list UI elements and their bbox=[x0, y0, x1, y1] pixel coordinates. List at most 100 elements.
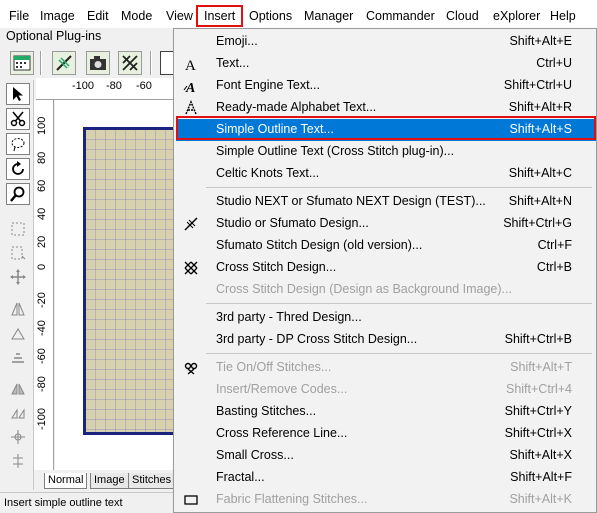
lasso-tool[interactable] bbox=[6, 133, 30, 155]
ruler-tick: -80 bbox=[36, 376, 48, 392]
menu-item-insert-remove-codes: Insert/Remove Codes... Shift+Ctrl+4 bbox=[176, 379, 596, 401]
menu-edit[interactable]: Edit bbox=[87, 5, 109, 25]
calendar-icon bbox=[13, 55, 31, 71]
menu-item-label: Tie On/Off Stitches... bbox=[216, 360, 332, 374]
ruler-tick: 60 bbox=[36, 179, 48, 192]
spacing-tool[interactable] bbox=[6, 450, 30, 472]
align-tool[interactable] bbox=[6, 346, 30, 368]
menu-item-label: 3rd party - Thred Design... bbox=[216, 310, 362, 324]
menu-item-label: Emoji... bbox=[216, 34, 258, 48]
menu-view[interactable]: View bbox=[166, 5, 193, 25]
center-tool[interactable] bbox=[6, 426, 30, 448]
rect-select-tool[interactable] bbox=[6, 218, 30, 240]
tab-stitches[interactable]: Stitches bbox=[128, 473, 176, 489]
ruler-tick: -20 bbox=[36, 292, 48, 308]
cross-stitch-plugin-button[interactable] bbox=[118, 51, 142, 75]
menu-item-shortcut: Ctrl+U bbox=[536, 56, 572, 70]
svg-text:A: A bbox=[185, 58, 196, 72]
move-arrows-icon bbox=[10, 269, 26, 285]
vertical-ruler: 100 80 60 40 20 0 -20 -40 -60 -80 -100 bbox=[34, 100, 54, 470]
design-hoop-area[interactable] bbox=[83, 127, 183, 435]
resize-tool[interactable] bbox=[6, 242, 30, 264]
menu-item-celtic-knots[interactable]: Celtic Knots Text... Shift+Alt+C bbox=[176, 163, 596, 185]
menu-item-cross-reference-line[interactable]: Cross Reference Line... Shift+Ctrl+X bbox=[176, 423, 596, 445]
skew-tool[interactable] bbox=[6, 322, 30, 344]
camera-plugin-button[interactable] bbox=[86, 51, 110, 75]
menu-item-label: Simple Outline Text (Cross Stitch plug-i… bbox=[216, 144, 455, 158]
menu-item-studio-next[interactable]: Studio NEXT or Sfumato NEXT Design (TEST… bbox=[176, 191, 596, 213]
tab-normal[interactable]: Normal bbox=[44, 473, 88, 489]
menu-insert[interactable]: Insert bbox=[196, 5, 244, 27]
menu-item-shortcut: Shift+Ctrl+4 bbox=[505, 382, 572, 396]
menu-item-cross-stitch[interactable]: Cross Stitch Design... Ctrl+B bbox=[176, 257, 596, 279]
menu-item-font-engine-text[interactable]: A Font Engine Text... Shift+Ctrl+U bbox=[176, 75, 596, 97]
menu-item-label: Small Cross... bbox=[216, 448, 294, 462]
menu-item-fractal[interactable]: Fractal... Shift+Alt+F bbox=[176, 467, 596, 489]
mirror-tool[interactable] bbox=[6, 298, 30, 320]
menu-item-cross-stitch-bg: Cross Stitch Design (Design as Backgroun… bbox=[176, 279, 596, 301]
menu-item-label: 3rd party - DP Cross Stitch Design... bbox=[216, 332, 418, 346]
move-tool[interactable] bbox=[6, 266, 30, 288]
menu-mode[interactable]: Mode bbox=[121, 5, 152, 25]
menubar: File Image Edit Mode View Insert Options… bbox=[0, 0, 597, 28]
menu-item-small-cross[interactable]: Small Cross... Shift+Alt+X bbox=[176, 445, 596, 467]
ruler-tick: 80 bbox=[36, 151, 48, 164]
menu-item-shortcut: Shift+Alt+X bbox=[509, 448, 572, 462]
menu-item-tie-stitches: Tie On/Off Stitches... Shift+Alt+T bbox=[176, 357, 596, 379]
menu-item-shortcut: Ctrl+B bbox=[536, 260, 572, 274]
distribute-icon bbox=[11, 408, 25, 419]
selection-highlight-box bbox=[176, 116, 596, 140]
menu-item-label: Insert/Remove Codes... bbox=[216, 382, 348, 396]
menu-commander[interactable]: Commander bbox=[366, 5, 435, 25]
menu-item-shortcut: Shift+Ctrl+G bbox=[503, 216, 572, 230]
menu-file[interactable]: File bbox=[9, 5, 29, 25]
ruler-tick: -80 bbox=[106, 80, 122, 92]
zoom-tool[interactable] bbox=[6, 183, 30, 205]
flip-tool[interactable] bbox=[6, 378, 30, 400]
stitch-tool[interactable] bbox=[6, 108, 30, 130]
magnifier-icon bbox=[10, 186, 25, 202]
menu-explorer[interactable]: eXplorer bbox=[493, 5, 540, 25]
menu-item-emoji[interactable]: Emoji... Shift+Alt+E bbox=[176, 31, 596, 53]
menu-item-thred-design[interactable]: 3rd party - Thred Design... bbox=[176, 307, 596, 329]
menu-item-simple-outline-cross-stitch[interactable]: Simple Outline Text (Cross Stitch plug-i… bbox=[176, 141, 596, 163]
insert-menu: Emoji... Shift+Alt+E A Text... Ctrl+U A … bbox=[173, 28, 597, 513]
menu-separator bbox=[206, 353, 592, 354]
ruler-tick: -100 bbox=[72, 80, 95, 92]
menu-item-shortcut: Shift+Alt+C bbox=[508, 166, 572, 180]
menu-cloud[interactable]: Cloud bbox=[446, 5, 479, 25]
menu-item-studio-sfumato[interactable]: Studio or Sfumato Design... Shift+Ctrl+G bbox=[176, 213, 596, 235]
menu-item-label: Studio or Sfumato Design... bbox=[216, 216, 369, 230]
menu-item-fabric-flattening: Fabric Flattening Stitches... Shift+Alt+… bbox=[176, 489, 596, 511]
menu-item-label: Studio NEXT or Sfumato NEXT Design (TEST… bbox=[216, 194, 486, 208]
flip-icon bbox=[11, 383, 25, 395]
menu-help[interactable]: Help bbox=[550, 5, 576, 25]
menu-item-label: Fabric Flattening Stitches... bbox=[216, 492, 368, 506]
menu-item-sfumato-old[interactable]: Sfumato Stitch Design (old version)... C… bbox=[176, 235, 596, 257]
menu-manager[interactable]: Manager bbox=[304, 5, 353, 25]
menu-item-shortcut: Shift+Ctrl+X bbox=[504, 426, 572, 440]
menu-item-basting-stitches[interactable]: Basting Stitches... Shift+Ctrl+Y bbox=[176, 401, 596, 423]
arrow-pointer-icon bbox=[13, 87, 23, 101]
rotate-tool[interactable] bbox=[6, 158, 30, 180]
menu-options[interactable]: Options bbox=[249, 5, 292, 25]
cross-stitch-icon bbox=[182, 259, 200, 277]
toolbar-separator bbox=[150, 51, 152, 75]
ruler-tick: -60 bbox=[36, 348, 48, 364]
menu-item-shortcut: Shift+Alt+E bbox=[509, 34, 572, 48]
status-text: Insert simple outline text bbox=[4, 497, 123, 509]
menu-item-dp-cross-stitch[interactable]: 3rd party - DP Cross Stitch Design... Sh… bbox=[176, 329, 596, 351]
menu-item-label: Ready-made Alphabet Text... bbox=[216, 100, 377, 114]
menu-item-label: Celtic Knots Text... bbox=[216, 166, 320, 180]
menu-item-text[interactable]: A Text... Ctrl+U bbox=[176, 53, 596, 75]
menu-image[interactable]: Image bbox=[40, 5, 75, 25]
fabric-icon bbox=[182, 491, 200, 509]
toolbar-field[interactable] bbox=[160, 51, 174, 75]
needle-plugin-button[interactable] bbox=[52, 51, 76, 75]
calendar-plugin-button[interactable] bbox=[10, 51, 34, 75]
ruler-tick: -60 bbox=[136, 80, 152, 92]
tab-image[interactable]: Image bbox=[90, 473, 129, 489]
select-tool[interactable] bbox=[6, 83, 30, 105]
distribute-tool[interactable] bbox=[6, 402, 30, 424]
svg-text:A: A bbox=[185, 81, 195, 94]
